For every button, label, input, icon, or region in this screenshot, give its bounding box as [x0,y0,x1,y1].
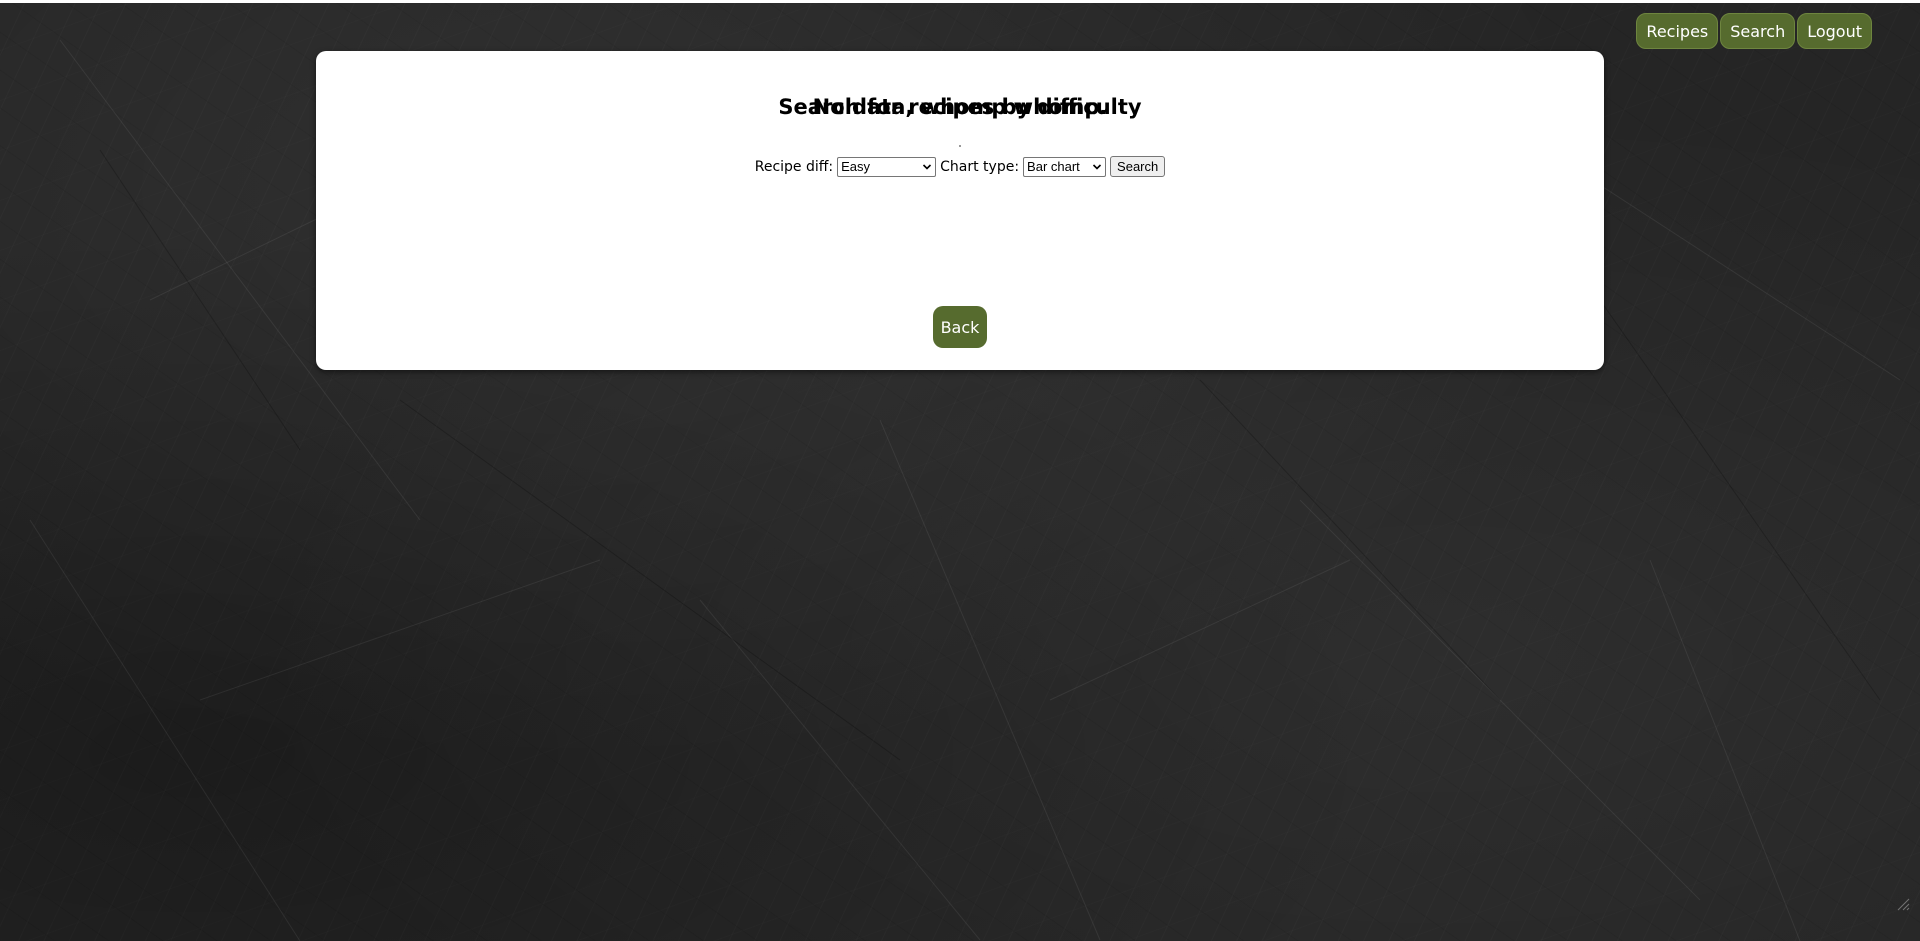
recipes-nav-button[interactable]: Recipes [1636,13,1719,49]
chart-type-label: Chart type: [940,158,1020,175]
back-button[interactable]: Back [933,306,987,348]
difficulty-selected-value: Easy [841,159,871,174]
divider-dot [959,145,961,147]
search-card: Search for recipes by difficulty Recipe … [316,51,1604,370]
chart-type-select[interactable]: Bar chart [1023,156,1107,177]
difficulty-select[interactable]: Easy [837,156,937,177]
logout-nav-button[interactable]: Logout [1797,13,1872,49]
chart-type-selected-value: Bar chart [1027,159,1080,174]
search-button[interactable]: Search [1110,156,1166,177]
difficulty-label: Recipe diff: [754,158,834,175]
resize-grip-icon[interactable] [1896,897,1910,911]
no-data-message: No data, whomp whomp. [812,95,1108,119]
search-form: Recipe diff: Easy Chart type: Bar chart … [316,156,1604,177]
top-nav: Recipes Search Logout [1636,13,1872,49]
search-nav-button[interactable]: Search [1720,13,1796,49]
chevron-down-icon [923,163,932,170]
chevron-down-icon [1092,163,1102,170]
